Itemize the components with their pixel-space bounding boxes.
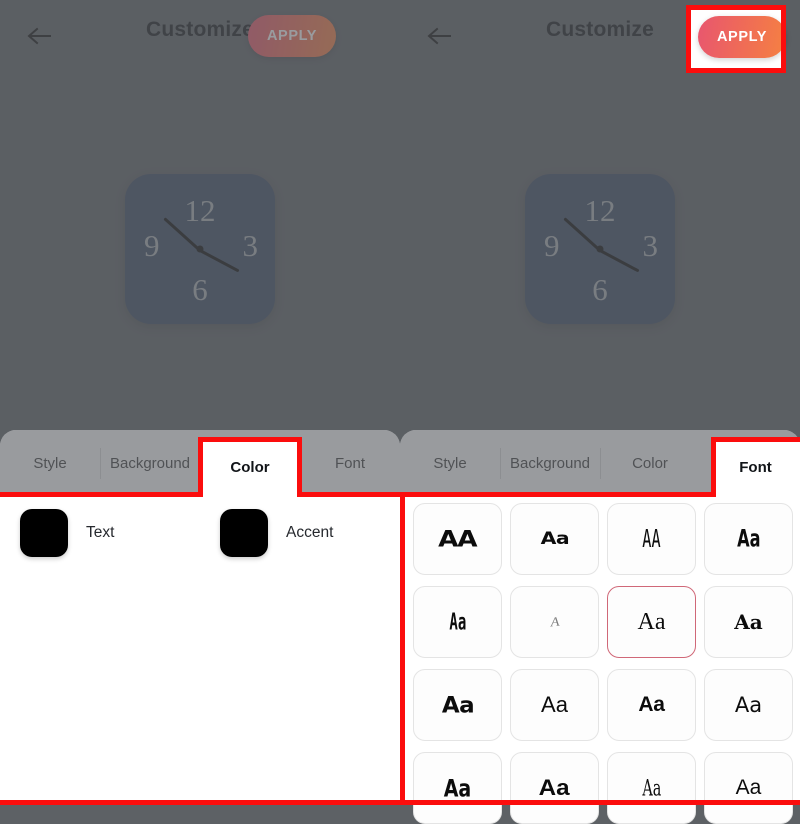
apply-button-right[interactable]: APPLY xyxy=(698,16,786,58)
font-sample: Aa xyxy=(443,773,472,803)
font-option-14[interactable]: Aa xyxy=(607,752,696,824)
font-option-2[interactable]: AA xyxy=(607,503,696,575)
color-option-accent-highlighted[interactable]: Accent xyxy=(220,509,333,557)
font-option-11[interactable]: Aa xyxy=(704,669,793,741)
color-swatch-accent[interactable] xyxy=(220,509,268,557)
clock-numeral-6: 6 xyxy=(192,272,208,307)
color-swatch-text[interactable] xyxy=(20,509,68,557)
font-option-1[interactable]: Aa xyxy=(510,503,599,575)
font-option-6-selected[interactable]: Aa xyxy=(607,586,696,658)
color-label-text: Text xyxy=(86,524,115,541)
font-option-10[interactable]: Aa xyxy=(607,669,696,741)
font-option-5[interactable]: A xyxy=(510,586,599,658)
widget-preview-right: 12 3 6 9 xyxy=(400,78,800,430)
clock-numeral-9: 9 xyxy=(544,228,560,263)
font-option-3[interactable]: Aa xyxy=(704,503,793,575)
font-sample: AA xyxy=(642,524,661,554)
font-option-9[interactable]: Aa xyxy=(510,669,599,741)
font-grid-highlighted: AA Aa AA Aa Aa A Aa Aa Aa Aa Aa Aa Aa Aa… xyxy=(413,503,797,824)
clock-center-pivot xyxy=(596,245,604,253)
widget-preview-left: 12 3 6 9 xyxy=(0,78,400,430)
clock-minute-hand xyxy=(599,249,640,273)
font-option-8[interactable]: Aa xyxy=(413,669,502,741)
tab-color-right[interactable]: Color xyxy=(600,430,700,497)
color-label-accent: Accent xyxy=(286,524,334,541)
font-sample: Aa xyxy=(441,691,474,719)
clock-numeral-12: 12 xyxy=(584,193,616,228)
tab-background-left[interactable]: Background xyxy=(100,430,200,497)
page-title-left: Customize xyxy=(146,18,254,41)
tab-background-right[interactable]: Background xyxy=(500,430,600,497)
clock-numeral-3: 3 xyxy=(242,228,259,263)
tab-font-right-highlighted[interactable]: Font xyxy=(711,437,800,497)
font-sample: A xyxy=(549,613,560,630)
color-option-text-highlighted[interactable]: Text xyxy=(20,509,114,557)
font-sample: Aa xyxy=(736,525,761,553)
font-sample: Aa xyxy=(449,608,466,636)
clock-widget-right[interactable]: 12 3 6 9 xyxy=(525,174,675,324)
font-sample: Aa xyxy=(637,608,666,635)
font-option-12[interactable]: Aa xyxy=(413,752,502,824)
font-sample: Aa xyxy=(734,693,763,717)
clock-numeral-6: 6 xyxy=(592,272,608,307)
tab-style-left[interactable]: Style xyxy=(0,430,100,497)
font-sample: Aa xyxy=(540,529,569,549)
font-sample: Aa xyxy=(734,610,763,634)
font-sample: Aa xyxy=(539,775,570,800)
tab-color-left-highlighted[interactable]: Color xyxy=(198,437,302,497)
screenshot-root: Customize APPLY 12 3 6 9 Style Backgroun… xyxy=(0,0,800,824)
tab-font-left[interactable]: Font xyxy=(300,430,400,497)
clock-minute-hand xyxy=(199,249,240,273)
font-sample: Aa xyxy=(641,774,661,802)
font-sample: Aa xyxy=(638,693,665,716)
font-sample: Aa xyxy=(541,692,568,717)
tab-style-right[interactable]: Style xyxy=(400,430,500,497)
color-options-row-highlighted: Text Accent xyxy=(0,497,400,587)
left-panel: Customize APPLY 12 3 6 9 Style Backgroun… xyxy=(0,0,400,800)
app-header-left: Customize APPLY xyxy=(0,0,400,78)
clock-numeral-9: 9 xyxy=(144,228,160,263)
clock-center-pivot xyxy=(196,245,204,253)
apply-button-left[interactable]: APPLY xyxy=(248,15,336,57)
clock-numeral-12: 12 xyxy=(184,193,216,228)
font-sample: AA xyxy=(438,526,477,552)
font-option-15[interactable]: Aa xyxy=(704,752,793,824)
clock-numeral-3: 3 xyxy=(642,228,659,263)
font-sample: Aa xyxy=(735,776,762,799)
font-option-4[interactable]: Aa xyxy=(413,586,502,658)
font-option-13[interactable]: Aa xyxy=(510,752,599,824)
font-option-0[interactable]: AA xyxy=(413,503,502,575)
clock-widget-left[interactable]: 12 3 6 9 xyxy=(125,174,275,324)
font-option-7[interactable]: Aa xyxy=(704,586,793,658)
